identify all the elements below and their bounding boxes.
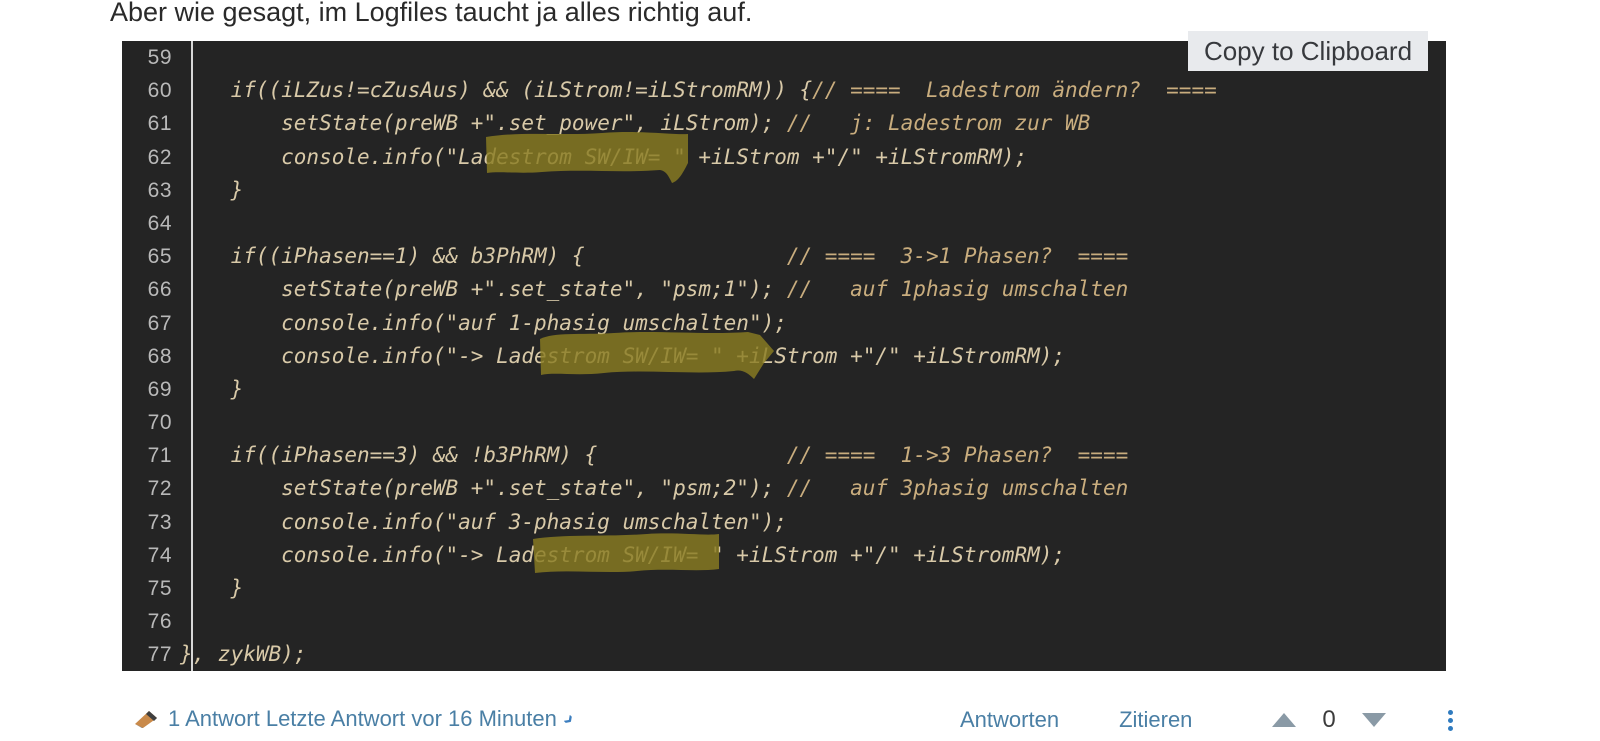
code-line: 66 setState(preWB +".set_state", "psm;1"… — [122, 273, 1446, 306]
more-options-icon[interactable] — [1447, 709, 1453, 731]
code-line: 72 setState(preWB +".set_state", "psm;2"… — [122, 472, 1446, 505]
code-line: 60 if((iLZus!=cZusAus) && (iLStrom!=iLSt… — [122, 74, 1446, 107]
line-number: 74 — [147, 543, 172, 567]
line-number: 77 — [147, 643, 172, 667]
post-footer: 1 Antwort Letzte Antwort vor 16 Minuten … — [0, 700, 1600, 741]
chevron-right-icon[interactable]: › — [558, 707, 581, 731]
code-block[interactable]: 59 60 if((iLZus!=cZusAus) && (iLStrom!=iL… — [122, 41, 1446, 671]
downvote-icon[interactable] — [1361, 713, 1386, 727]
code-comment: // auf 3phasig umschalten — [786, 476, 1129, 501]
code-line: 70 — [122, 406, 1446, 439]
code-line-text: }, zykWB); — [180, 642, 307, 667]
line-number: 66 — [147, 278, 172, 302]
code-line-text: setState(preWB +".set_power", iLStrom); … — [180, 111, 1091, 136]
code-line: 65 if((iPhasen==1) && b3PhRM) { // ==== … — [122, 240, 1446, 273]
code-line-text: } — [180, 177, 244, 202]
line-number: 61 — [147, 112, 172, 136]
code-comment: // ==== 1->3 Phasen? ==== — [786, 443, 1129, 468]
line-number: 71 — [147, 444, 172, 468]
footer-replies-group[interactable]: 1 Antwort Letzte Antwort vor 16 Minuten … — [133, 706, 581, 732]
code-line-text: setState(preWB +".set_state", "psm;2"); … — [180, 476, 1129, 501]
code-line-text: if((iPhasen==3) && !b3PhRM) { // ==== 1-… — [180, 443, 1129, 468]
replies-summary-link[interactable]: 1 Antwort Letzte Antwort vor 16 Minuten — [168, 706, 557, 732]
code-line-text: console.info("auf 3-phasig umschalten"); — [180, 509, 787, 534]
code-line: 71 if((iPhasen==3) && !b3PhRM) { // ====… — [122, 439, 1446, 472]
code-line-text: setState(preWB +".set_state", "psm;1"); … — [180, 277, 1129, 302]
code-line: 64 — [122, 207, 1446, 240]
code-line-text: console.info("-> Ladestrom SW/IW= " +iLS… — [180, 343, 1066, 368]
line-number: 73 — [147, 510, 172, 534]
forum-post-view: Aber wie gesagt, im Logfiles taucht ja a… — [0, 0, 1600, 741]
line-number: 64 — [147, 211, 172, 235]
line-number: 76 — [147, 610, 172, 634]
vote-count: 0 — [1322, 706, 1336, 733]
code-line-text: console.info("auf 1-phasig umschalten"); — [180, 310, 787, 335]
code-line: 74 console.info("-> Ladestrom SW/IW= " +… — [122, 539, 1446, 572]
code-comment: // j: Ladestrom zur WB — [786, 111, 1091, 136]
line-number: 60 — [147, 79, 172, 103]
line-number: 72 — [147, 477, 172, 501]
line-number: 68 — [147, 344, 172, 368]
code-line: 77 }, zykWB); — [122, 638, 1446, 671]
line-number: 69 — [147, 377, 172, 401]
upvote-icon[interactable] — [1272, 713, 1297, 727]
code-line-text: if((iPhasen==1) && b3PhRM) { // ==== 3->… — [180, 244, 1129, 269]
code-line: 63 } — [122, 174, 1446, 207]
footer-actions-group: Antworten Zitieren 0 — [960, 706, 1453, 734]
code-lines-container: 59 60 if((iLZus!=cZusAus) && (iLStrom!=iL… — [122, 41, 1446, 671]
line-number: 67 — [147, 311, 172, 335]
code-comment: // ==== Ladestrom ändern? ==== — [812, 78, 1217, 103]
line-number: 65 — [147, 245, 172, 269]
code-line: 69 } — [122, 373, 1446, 406]
line-number: 62 — [147, 145, 172, 169]
code-line-text: } — [180, 376, 244, 401]
code-line-text: if((iLZus!=cZusAus) && (iLStrom!=iLStrom… — [180, 78, 1217, 103]
code-line-text: } — [180, 576, 244, 600]
code-line: 76 — [122, 605, 1446, 638]
code-line: 62 console.info("Ladestrom SW/IW= " +iLS… — [122, 141, 1446, 174]
code-line-text: console.info("-> Ladestrom SW/IW= " +iLS… — [180, 542, 1066, 567]
line-number: 63 — [147, 178, 172, 202]
code-comment: // ==== 3->1 Phasen? ==== — [786, 244, 1129, 269]
reply-arrow-icon — [133, 708, 159, 730]
post-intro-text: Aber wie gesagt, im Logfiles taucht ja a… — [110, 0, 753, 27]
code-line-text: console.info("Ladestrom SW/IW= " +iLStro… — [180, 144, 1028, 169]
line-number: 75 — [147, 577, 172, 600]
code-line: 61 setState(preWB +".set_power", iLStrom… — [122, 107, 1446, 140]
code-line: 73 console.info("auf 3-phasig umschalten… — [122, 506, 1446, 539]
copy-to-clipboard-button[interactable]: Copy to Clipboard — [1188, 31, 1428, 71]
code-line: 67 console.info("auf 1-phasig umschalten… — [122, 307, 1446, 340]
line-number: 70 — [147, 411, 172, 435]
code-line: 68 console.info("-> Ladestrom SW/IW= " +… — [122, 340, 1446, 373]
code-line: 75 } — [122, 572, 1446, 605]
reply-button[interactable]: Antworten — [960, 707, 1059, 733]
quote-button[interactable]: Zitieren — [1119, 707, 1192, 733]
code-comment: // auf 1phasig umschalten — [786, 277, 1129, 302]
line-number: 59 — [147, 46, 172, 69]
